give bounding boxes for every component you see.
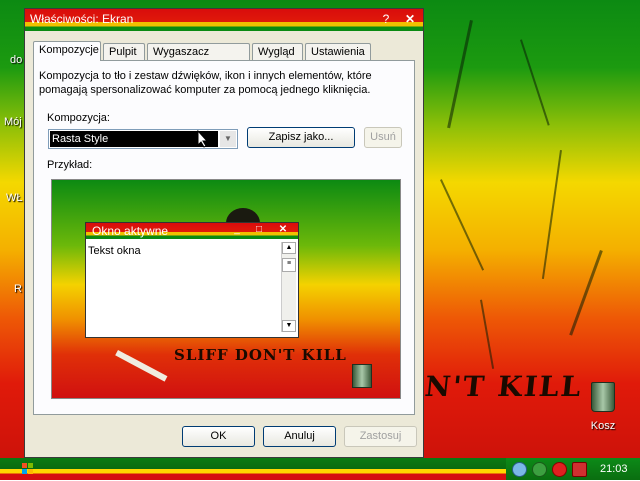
tab-appearance[interactable]: Wygląd	[252, 43, 303, 60]
preview-window-text: Tekst okna	[88, 245, 141, 257]
save-as-button[interactable]: Zapisz jako...	[247, 127, 355, 148]
minimize-icon: _	[234, 224, 240, 235]
tab-themes[interactable]: Kompozycje	[33, 41, 101, 61]
dialog-title: Właściwości: Ekran	[30, 12, 134, 26]
preview-scrollbar: ▲ ≡ ▼	[281, 242, 296, 332]
recycle-bin[interactable]: Kosz	[583, 382, 623, 432]
wallpaper-scratch	[440, 179, 485, 271]
tab-desktop[interactable]: Pulpit	[103, 43, 145, 60]
scroll-thumb: ≡	[282, 258, 296, 272]
theme-label: Kompozycja:	[47, 112, 110, 124]
desktop-icon-label[interactable]: WŁ	[6, 192, 23, 204]
system-tray: 21:03	[506, 458, 640, 480]
preview-wallpaper-text: SLIFF DON'T KILL	[174, 346, 347, 364]
scroll-up-icon: ▲	[282, 242, 296, 254]
delete-theme-button[interactable]: Usuń	[364, 127, 402, 148]
alert-shield-icon[interactable]	[572, 461, 587, 477]
stop-icon[interactable]	[552, 461, 567, 477]
wallpaper-scratch	[447, 20, 473, 129]
preview-window-titlebar: Okno aktywne _ □ ✕	[86, 223, 298, 239]
preview-recycle-bin-icon	[352, 364, 372, 388]
taskbar: 21:03	[0, 458, 640, 480]
apply-button[interactable]: Zastosuj	[344, 426, 417, 447]
preview-window-title: Okno aktywne	[92, 224, 169, 238]
scroll-down-icon: ▼	[282, 320, 296, 332]
desktop-icon-label[interactable]: do	[10, 54, 22, 66]
preview-wallpaper-joint	[115, 350, 168, 382]
wallpaper-scratch	[569, 250, 603, 336]
tab-settings[interactable]: Ustawienia	[305, 43, 371, 60]
security-shield-icon[interactable]	[532, 461, 547, 477]
wallpaper-scratch	[541, 150, 562, 280]
tab-screensaver[interactable]: Wygaszacz ekranu	[147, 43, 250, 75]
preview-label: Przykład:	[47, 159, 93, 171]
preview-active-window: Okno aktywne _ □ ✕ Tekst okna ▲ ≡ ▼	[85, 222, 299, 338]
network-icon[interactable]	[512, 461, 527, 477]
chevron-down-icon[interactable]: ▼	[220, 131, 236, 147]
wallpaper-scratch	[480, 299, 495, 369]
windows-logo-icon	[22, 463, 33, 474]
theme-select-value: Rasta Style	[50, 131, 218, 147]
recycle-bin-icon	[591, 382, 615, 412]
theme-select[interactable]: Rasta Style ▼	[48, 129, 238, 149]
close-button[interactable]: ✕	[403, 12, 417, 26]
title-bar[interactable]: Właściwości: Ekran ? ✕	[25, 9, 423, 31]
close-icon: ✕	[278, 224, 288, 235]
help-button[interactable]: ?	[379, 12, 393, 26]
desktop-icon-label[interactable]: R	[14, 283, 22, 295]
ok-button[interactable]: OK	[182, 426, 255, 447]
start-button[interactable]	[12, 460, 42, 478]
wallpaper-scratch	[520, 39, 550, 126]
mouse-cursor-icon	[197, 130, 209, 148]
themes-description: Kompozycja to tło i zestaw dźwięków, iko…	[39, 70, 372, 96]
theme-preview: SLIFF DON'T KILL Okno aktywne _ □ ✕ Teks…	[51, 179, 401, 399]
recycle-bin-label: Kosz	[590, 420, 616, 432]
wallpaper-text: N'T KILL	[423, 370, 585, 403]
maximize-icon: □	[255, 224, 263, 235]
clock[interactable]: 21:03	[600, 463, 628, 475]
display-properties-dialog: Właściwości: Ekran ? ✕ Kompozycje Pulpit…	[24, 8, 424, 458]
cancel-button[interactable]: Anuluj	[263, 426, 336, 447]
desktop-icon-label[interactable]: Mój	[4, 116, 22, 128]
